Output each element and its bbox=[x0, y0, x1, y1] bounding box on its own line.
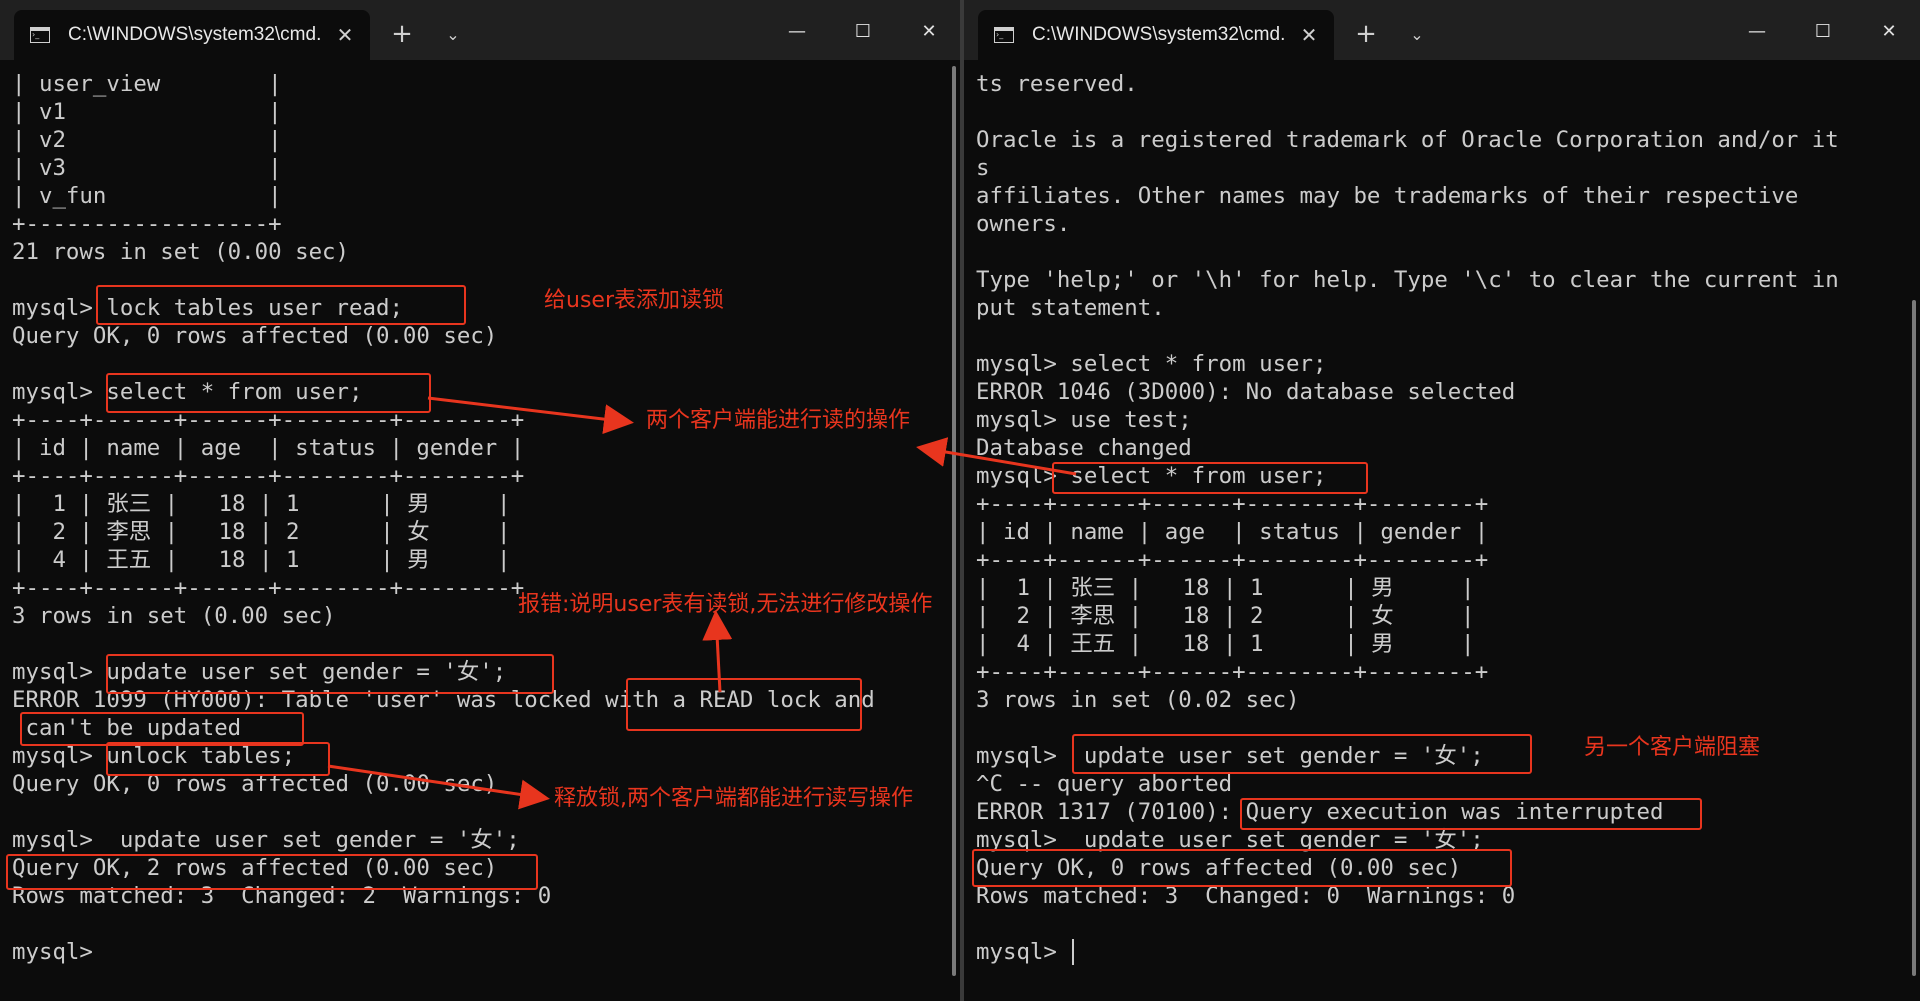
note-both-can-read: 两个客户端能进行读的操作 bbox=[646, 408, 911, 433]
terminal-line: | 4 | 王五 | 18 | 1 | 男 | bbox=[12, 547, 511, 573]
highlight-right-select bbox=[1052, 462, 1368, 494]
chevron-down-icon[interactable]: ⌄ bbox=[440, 22, 466, 48]
left-terminal-window: C:\WINDOWS\system32\cmd. ✕ + ⌄ — ☐ ✕ | u… bbox=[0, 0, 960, 1001]
terminal-line: put statement. bbox=[976, 295, 1165, 321]
highlight-interrupted bbox=[1240, 798, 1702, 830]
highlight-left-update bbox=[106, 654, 554, 694]
highlight-right-update bbox=[1072, 734, 1532, 774]
terminal-line: | user_view | bbox=[12, 71, 282, 97]
close-window-button[interactable]: ✕ bbox=[1866, 14, 1912, 50]
highlight-lock-tables bbox=[96, 285, 466, 325]
close-tab-icon[interactable]: ✕ bbox=[332, 22, 358, 48]
cmd-icon bbox=[994, 27, 1014, 43]
terminal-line: mysql> select * from user; bbox=[976, 351, 1327, 377]
terminal-line: 3 rows in set (0.02 sec) bbox=[976, 687, 1300, 713]
minimize-button[interactable]: — bbox=[1734, 14, 1780, 50]
terminal-line: | v3 | bbox=[12, 155, 282, 181]
right-scrollbar[interactable] bbox=[1912, 300, 1916, 976]
new-tab-button[interactable]: + bbox=[388, 20, 416, 48]
terminal-line: mysql> bbox=[976, 938, 1910, 966]
terminal-line: ts reserved. bbox=[976, 71, 1138, 97]
right-tab-title: C:\WINDOWS\system32\cmd. bbox=[1032, 24, 1286, 45]
note-error-explain: 报错:说明user表有读锁,无法进行修改操作 bbox=[518, 592, 933, 617]
highlight-left-query-ok bbox=[6, 854, 538, 890]
minimize-button[interactable]: — bbox=[774, 14, 820, 50]
terminal-line: +----+------+------+--------+--------+ bbox=[12, 463, 525, 489]
terminal-line: | id | name | age | status | gender | bbox=[976, 519, 1489, 545]
maximize-button[interactable]: ☐ bbox=[1800, 14, 1846, 50]
terminal-line: +----+------+------+--------+--------+ bbox=[976, 659, 1489, 685]
highlight-read-lock-phrase bbox=[626, 678, 862, 731]
terminal-line: Database changed bbox=[976, 435, 1192, 461]
terminal-line: Oracle is a registered trademark of Orac… bbox=[976, 127, 1839, 153]
right-titlebar: C:\WINDOWS\system32\cmd. ✕ + ⌄ — ☐ ✕ bbox=[964, 0, 1920, 60]
note-add-read-lock: 给user表添加读锁 bbox=[544, 288, 724, 313]
left-scrollbar[interactable] bbox=[952, 66, 956, 976]
terminal-line: | 1 | 张三 | 18 | 1 | 男 | bbox=[12, 491, 511, 517]
terminal-line: 21 rows in set (0.00 sec) bbox=[12, 239, 350, 265]
terminal-line: owners. bbox=[976, 211, 1071, 237]
right-terminal-output[interactable]: ts reserved. Oracle is a registered trade… bbox=[976, 70, 1910, 966]
terminal-line: affiliates. Other names may be trademark… bbox=[976, 183, 1799, 209]
note-other-blocked: 另一个客户端阻塞 bbox=[1584, 735, 1761, 760]
terminal-line: mysql> bbox=[12, 939, 93, 965]
text-cursor bbox=[1072, 939, 1075, 965]
chevron-down-icon[interactable]: ⌄ bbox=[1404, 22, 1430, 48]
terminal-line: mysql> update user set gender = '女'; bbox=[12, 827, 520, 853]
terminal-line: ERROR 1046 (3D000): No database selected bbox=[976, 379, 1516, 405]
note-release-lock: 释放锁,两个客户端都能进行读写操作 bbox=[554, 786, 913, 811]
terminal-line: | v1 | bbox=[12, 99, 282, 125]
close-tab-icon[interactable]: ✕ bbox=[1296, 22, 1322, 48]
terminal-line: mysql> use test; bbox=[976, 407, 1192, 433]
close-window-button[interactable]: ✕ bbox=[906, 14, 952, 50]
terminal-line: | 2 | 李思 | 18 | 2 | 女 | bbox=[12, 519, 511, 545]
terminal-line: | id | name | age | status | gender | bbox=[12, 435, 525, 461]
terminal-line: s bbox=[976, 155, 990, 181]
left-terminal-output[interactable]: | user_view | | v1 | | v2 | | v3 | | v_fun |… bbox=[12, 70, 950, 966]
terminal-line: ^C -- query aborted bbox=[976, 771, 1233, 797]
terminal-line: | 2 | 李思 | 18 | 2 | 女 | bbox=[976, 603, 1475, 629]
left-tab[interactable]: C:\WINDOWS\system32\cmd. ✕ bbox=[14, 10, 370, 60]
terminal-line: Query OK, 0 rows affected (0.00 sec) bbox=[12, 323, 498, 349]
terminal-line: Type 'help;' or '\h' for help. Type '\c'… bbox=[976, 267, 1839, 293]
left-tab-title: C:\WINDOWS\system32\cmd. bbox=[68, 24, 322, 45]
left-titlebar: C:\WINDOWS\system32\cmd. ✕ + ⌄ — ☐ ✕ bbox=[0, 0, 960, 60]
new-tab-button[interactable]: + bbox=[1352, 20, 1380, 48]
right-tab[interactable]: C:\WINDOWS\system32\cmd. ✕ bbox=[978, 10, 1334, 60]
highlight-left-select bbox=[106, 373, 431, 413]
cmd-icon bbox=[30, 27, 50, 43]
terminal-line: | 4 | 王五 | 18 | 1 | 男 | bbox=[976, 631, 1475, 657]
terminal-line: +----+------+------+--------+--------+ bbox=[976, 491, 1489, 517]
highlight-right-query-ok bbox=[972, 849, 1512, 887]
terminal-line: | 1 | 张三 | 18 | 1 | 男 | bbox=[976, 575, 1475, 601]
terminal-line: +----+------+------+--------+--------+ bbox=[976, 547, 1489, 573]
highlight-unlock-tables bbox=[106, 742, 330, 776]
terminal-line: +------------------+ bbox=[12, 211, 282, 237]
terminal-line: | v_fun | bbox=[12, 183, 282, 209]
highlight-cant-be-updated bbox=[20, 712, 304, 746]
terminal-line: | v2 | bbox=[12, 127, 282, 153]
maximize-button[interactable]: ☐ bbox=[840, 14, 886, 50]
